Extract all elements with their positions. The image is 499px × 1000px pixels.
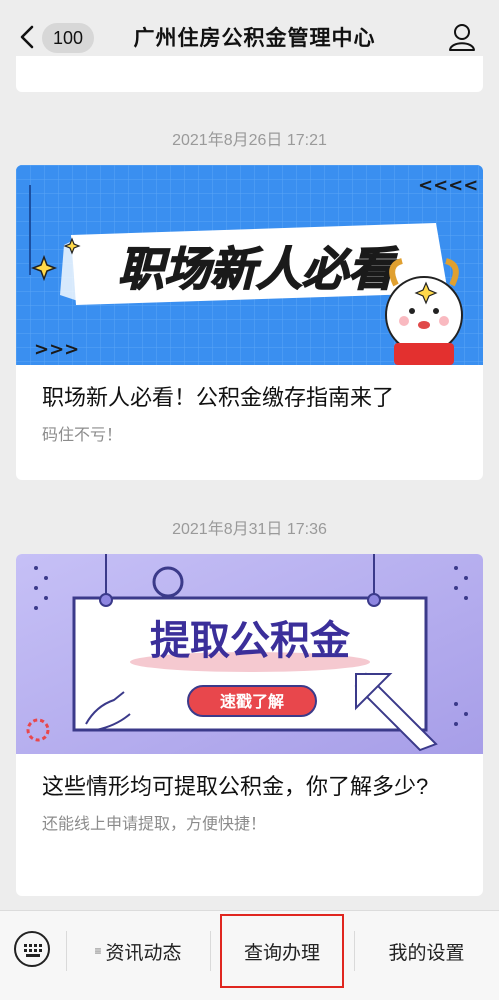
article-card[interactable]: <<<< 职场新人必看 >>> 职场新人必看！公积金缴存指南来了 码住不亏！ bbox=[16, 165, 483, 480]
article-digest: 码住不亏！ bbox=[42, 427, 123, 444]
submenu-lines-icon: ≡ bbox=[94, 944, 102, 958]
message-timestamp: 2021年8月26日 17:21 bbox=[172, 132, 327, 149]
highlight-annotation-box bbox=[220, 914, 344, 988]
keyboard-toggle-icon[interactable] bbox=[14, 931, 50, 967]
menu-item-news[interactable]: ≡ 资讯动态 bbox=[66, 911, 210, 991]
article-card[interactable]: 提取公积金 速戳了解 这些情形均可提取公积金，你了解多少? 还能线上申请提取，方… bbox=[16, 554, 483, 896]
menu-item-label: 我的设置 bbox=[388, 942, 465, 964]
cover-button-text: 速戳了解 bbox=[220, 692, 284, 711]
message-timestamp: 2021年8月31日 17:36 bbox=[172, 521, 327, 538]
cover-headline: 提取公积金 bbox=[150, 618, 351, 664]
previous-article-card[interactable] bbox=[16, 56, 483, 92]
article-digest: 还能线上申请提取，方便快捷！ bbox=[42, 816, 267, 833]
svg-text:<<<<: <<<< bbox=[418, 175, 478, 196]
cover-headline: 职场新人必看 bbox=[118, 242, 399, 296]
article-cover-image[interactable]: <<<< 职场新人必看 >>> bbox=[16, 165, 483, 365]
bottom-menu-bar: ≡ 资讯动态 查询办理 我的设置 bbox=[0, 910, 499, 1000]
user-profile-icon[interactable] bbox=[447, 22, 477, 52]
page-title: 广州住房公积金管理中心 bbox=[133, 27, 376, 50]
article-cover-image[interactable]: 提取公积金 速戳了解 bbox=[16, 554, 483, 754]
svg-text:>>>: >>> bbox=[34, 339, 79, 360]
article-title[interactable]: 职场新人必看！公积金缴存指南来了 bbox=[16, 365, 483, 415]
menu-item-settings[interactable]: 我的设置 bbox=[354, 911, 499, 991]
menu-item-label: 资讯动态 bbox=[105, 942, 182, 964]
article-title[interactable]: 这些情形均可提取公积金，你了解多少? bbox=[16, 754, 483, 804]
